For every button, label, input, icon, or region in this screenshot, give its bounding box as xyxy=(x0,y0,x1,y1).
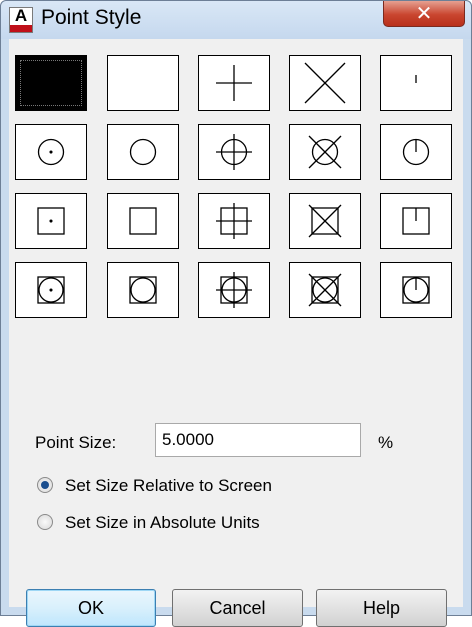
app-icon-letter: A xyxy=(14,6,28,25)
point-style-circle-dot-icon xyxy=(37,138,65,166)
dialog-body: Point Size: 5.0000 % Set Size Relative t… xyxy=(9,39,463,627)
radio-button-absolute[interactable] xyxy=(37,514,53,530)
point-style-plus[interactable] xyxy=(198,55,270,111)
title-bar[interactable]: A Point Style ✕ xyxy=(1,1,471,39)
point-style-none-selected[interactable] xyxy=(15,55,87,111)
help-button[interactable]: Help xyxy=(316,589,447,627)
point-style-square-plus[interactable] xyxy=(198,193,270,249)
point-size-label: Point Size: xyxy=(35,433,117,452)
point-style-square-dot-icon xyxy=(37,207,65,235)
point-style-circle-icon xyxy=(129,138,157,166)
point-style-square-tick-icon xyxy=(402,207,430,235)
point-style-square-icon xyxy=(129,207,157,235)
point-style-square-circle-tick-icon xyxy=(402,276,430,304)
radio-selected-dot xyxy=(41,481,49,489)
point-style-square-circle-icon xyxy=(129,276,157,304)
cancel-button[interactable]: Cancel xyxy=(172,589,303,627)
point-style-blank-icon xyxy=(108,56,178,110)
point-style-square-circle-x-icon xyxy=(308,273,342,307)
point-style-square-x[interactable] xyxy=(289,193,361,249)
point-style-circle-dot[interactable] xyxy=(15,124,87,180)
point-style-tick[interactable] xyxy=(380,55,452,111)
point-style-square-tick[interactable] xyxy=(380,193,452,249)
point-style-circle-plus[interactable] xyxy=(198,124,270,180)
point-style-square-circle-dot-icon xyxy=(37,276,65,304)
point-style-square-circle-plus[interactable] xyxy=(198,262,270,318)
app-icon-bar xyxy=(10,25,32,32)
point-style-circle[interactable] xyxy=(107,124,179,180)
close-button[interactable]: ✕ xyxy=(383,1,465,27)
point-style-square-circle[interactable] xyxy=(107,262,179,318)
point-style-square-circle-tick[interactable] xyxy=(380,262,452,318)
point-style-x[interactable] xyxy=(289,55,361,111)
point-style-dialog: A Point Style ✕ Point Size: 5.0000 % Set… xyxy=(0,0,472,627)
point-style-circle-x[interactable] xyxy=(289,124,361,180)
point-style-square-circle-dot[interactable] xyxy=(15,262,87,318)
point-size-input[interactable]: 5.0000 xyxy=(155,423,361,457)
window-title: Point Style xyxy=(41,6,142,29)
point-style-square-plus-icon xyxy=(216,203,252,239)
point-style-plus-icon xyxy=(216,65,252,101)
selection-focus-rect xyxy=(20,60,82,106)
radio-label-absolute: Set Size in Absolute Units xyxy=(65,513,260,532)
point-style-square-circle-plus-icon xyxy=(216,272,252,308)
radio-button-relative[interactable] xyxy=(37,477,53,493)
point-style-square-circle-x[interactable] xyxy=(289,262,361,318)
point-style-circle-tick-icon xyxy=(402,138,430,166)
point-style-square-dot[interactable] xyxy=(15,193,87,249)
ok-button[interactable]: OK xyxy=(26,589,156,627)
point-style-circle-plus-icon xyxy=(216,134,252,170)
point-style-x-icon xyxy=(304,62,346,104)
point-style-square[interactable] xyxy=(107,193,179,249)
point-style-square-x-icon xyxy=(308,204,342,238)
close-icon: ✕ xyxy=(415,1,433,25)
point-style-blank[interactable] xyxy=(107,55,179,111)
radio-label-relative: Set Size Relative to Screen xyxy=(65,476,272,495)
point-style-circle-tick[interactable] xyxy=(380,124,452,180)
point-style-tick-icon xyxy=(415,75,417,83)
point-size-unit: % xyxy=(378,433,394,452)
point-style-circle-x-icon xyxy=(308,135,342,169)
app-icon[interactable]: A xyxy=(9,6,33,33)
